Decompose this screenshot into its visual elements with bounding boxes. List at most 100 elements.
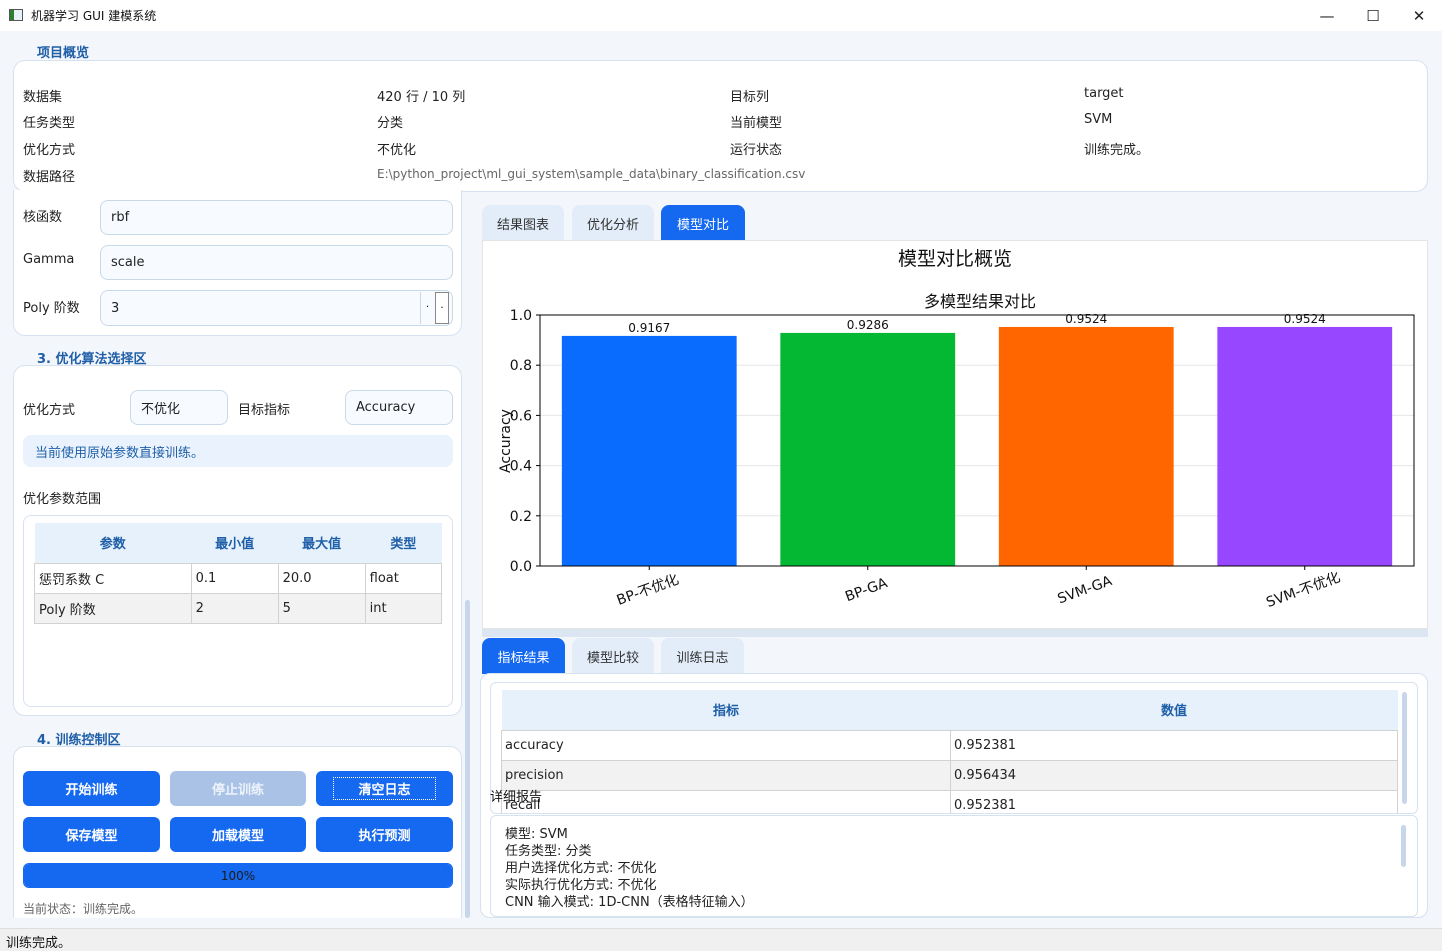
chart-suptitle: 模型对比概览 xyxy=(898,248,1012,270)
tab-result-chart[interactable]: 结果图表 xyxy=(482,205,564,241)
stop-training-button[interactable]: 停止训练 xyxy=(170,771,306,806)
y-tick-label: 1.0 xyxy=(510,308,532,324)
close-button[interactable]: ✕ xyxy=(1396,0,1442,31)
table-row[interactable]: Poly 阶数 2 5 int xyxy=(34,592,443,624)
target-metric-select[interactable]: Accuracy xyxy=(345,390,453,425)
gamma-input[interactable]: scale xyxy=(100,245,453,280)
tab-model-comparison[interactable]: 模型对比 xyxy=(661,205,745,241)
title-bar: 机器学习 GUI 建模系统 — ☐ ✕ xyxy=(0,0,1442,31)
metric-value[interactable]: 0.956434 xyxy=(950,759,1398,791)
clear-log-label: 清空日志 xyxy=(333,777,436,800)
poly-degree-value: 3 xyxy=(111,300,120,316)
spin-up-button[interactable]: · xyxy=(420,292,434,324)
chart-card: 模型对比概览 多模型结果对比 Accuracy 0.0 0.2 0.4 0.6 0.8 1… xyxy=(482,240,1428,629)
report-scrollbar[interactable] xyxy=(1401,825,1406,867)
overview-card: 数据集 420 行 / 10 列 目标列 target 任务类型 分类 当前模型… xyxy=(13,60,1428,192)
overview-key: 优化方式 xyxy=(23,143,76,158)
detail-report-box[interactable]: 模型: SVM 任务类型: 分类 用户选择优化方式: 不优化 实际执行优化方式:… xyxy=(490,815,1418,917)
metric-name[interactable]: recall xyxy=(501,789,951,813)
x-tick-label: SVM-不优化 xyxy=(1264,569,1342,611)
tab-optimization-analysis[interactable]: 优化分析 xyxy=(572,205,654,241)
overview-key: 当前模型 xyxy=(730,116,783,131)
metric-name[interactable]: accuracy xyxy=(501,729,951,761)
optimization-hint: 当前使用原始参数直接训练。 xyxy=(23,435,453,467)
tab-training-log[interactable]: 训练日志 xyxy=(661,638,744,674)
report-line: 模型: SVM xyxy=(505,827,568,842)
overview-key: 数据集 xyxy=(23,90,63,105)
x-tick-label: BP-GA xyxy=(843,575,890,605)
bar-value-label: 0.9286 xyxy=(847,318,889,332)
table-cell[interactable]: int xyxy=(364,592,443,624)
bar xyxy=(780,332,956,566)
table-header[interactable]: 最小值 xyxy=(191,523,279,563)
param-range-table: 参数 最小值 最大值 类型 惩罚系数 C 0.1 20.0 float Poly… xyxy=(34,523,443,624)
overview-key: 运行状态 xyxy=(730,143,783,158)
bar xyxy=(998,326,1174,566)
gamma-label: Gamma xyxy=(23,252,75,267)
report-line: 任务类型: 分类 xyxy=(505,844,592,859)
kernel-label: 核函数 xyxy=(23,210,63,225)
predict-button[interactable]: 执行预测 xyxy=(316,817,453,852)
metric-value[interactable]: 0.952381 xyxy=(950,789,1398,813)
overview-key: 目标列 xyxy=(730,90,770,105)
overview-value: 不优化 xyxy=(377,143,417,158)
metrics-row[interactable]: accuracy 0.952381 xyxy=(501,729,1398,761)
spin-down-button[interactable]: · xyxy=(435,292,449,324)
kernel-input[interactable]: rbf xyxy=(100,200,453,235)
overview-key: 任务类型 xyxy=(23,116,76,131)
overview-value: target xyxy=(1084,86,1124,101)
metrics-header[interactable]: 数值 xyxy=(951,690,1398,730)
y-tick-label: 0.4 xyxy=(510,459,532,475)
param-range-table-container: 参数 最小值 最大值 类型 惩罚系数 C 0.1 20.0 float Poly… xyxy=(23,515,453,707)
bar-value-label: 0.9167 xyxy=(628,321,670,335)
current-status: 当前状态：训练完成。 xyxy=(23,902,144,916)
report-line: 用户选择优化方式: 不优化 xyxy=(505,861,657,876)
metrics-row[interactable]: recall 0.952381 xyxy=(501,789,1398,813)
table-cell[interactable]: 20.0 xyxy=(277,562,366,594)
table-cell[interactable]: float xyxy=(364,562,443,594)
opt-method-select[interactable]: 不优化 xyxy=(130,390,228,425)
table-cell[interactable]: Poly 阶数 xyxy=(34,592,192,624)
table-cell[interactable]: 0.1 xyxy=(190,562,279,594)
table-cell[interactable]: 5 xyxy=(277,592,366,624)
bar xyxy=(561,335,737,566)
table-header[interactable]: 最大值 xyxy=(278,523,366,563)
poly-degree-spinbox[interactable]: 3 xyxy=(100,290,453,326)
window-title: 机器学习 GUI 建模系统 xyxy=(31,9,157,23)
y-tick-label: 0.8 xyxy=(510,358,532,374)
maximize-button[interactable]: ☐ xyxy=(1350,0,1396,31)
tab-metric-results[interactable]: 指标结果 xyxy=(482,638,565,674)
clear-log-button[interactable]: 清空日志 xyxy=(316,771,453,806)
table-cell[interactable]: 2 xyxy=(190,592,279,624)
tab-model-compare[interactable]: 模型比较 xyxy=(572,638,654,674)
load-model-button[interactable]: 加载模型 xyxy=(170,817,306,852)
table-cell[interactable]: 惩罚系数 C xyxy=(34,562,192,594)
metrics-table: 指标 数值 accuracy 0.952381 precision 0.9564… xyxy=(501,690,1398,813)
bar-value-label: 0.9524 xyxy=(1065,312,1107,326)
table-header[interactable]: 参数 xyxy=(34,523,192,563)
overview-title: 项目概览 xyxy=(37,46,90,61)
metrics-scrollbar[interactable] xyxy=(1402,692,1407,804)
app-icon xyxy=(9,9,23,21)
report-line: 实际执行优化方式: 不优化 xyxy=(505,878,657,893)
metrics-table-container: 指标 数值 accuracy 0.952381 precision 0.9564… xyxy=(490,682,1418,814)
status-bar: 训练完成。 xyxy=(0,928,1442,951)
metric-value[interactable]: 0.952381 xyxy=(950,729,1398,761)
metrics-row[interactable]: precision 0.956434 xyxy=(501,759,1398,791)
save-model-button[interactable]: 保存模型 xyxy=(23,817,160,852)
table-header[interactable]: 类型 xyxy=(365,523,442,563)
progress-bar: 100% xyxy=(23,863,453,888)
opt-method-label: 优化方式 xyxy=(23,403,76,418)
progress-text: 100% xyxy=(220,868,256,883)
overview-value: 分类 xyxy=(377,116,404,131)
metric-name[interactable]: precision xyxy=(501,759,951,791)
param-range-label: 优化参数范围 xyxy=(23,492,102,507)
start-training-button[interactable]: 开始训练 xyxy=(23,771,160,806)
table-row[interactable]: 惩罚系数 C 0.1 20.0 float xyxy=(34,562,443,594)
left-scrollbar[interactable] xyxy=(465,600,470,918)
minimize-button[interactable]: — xyxy=(1304,0,1350,31)
bar-value-label: 0.9524 xyxy=(1284,312,1326,326)
metrics-header[interactable]: 指标 xyxy=(502,690,951,730)
y-tick-label: 0.0 xyxy=(510,559,532,575)
model-comparison-chart: 模型对比概览 多模型结果对比 Accuracy 0.00.20.40.60.81… xyxy=(498,248,1415,611)
